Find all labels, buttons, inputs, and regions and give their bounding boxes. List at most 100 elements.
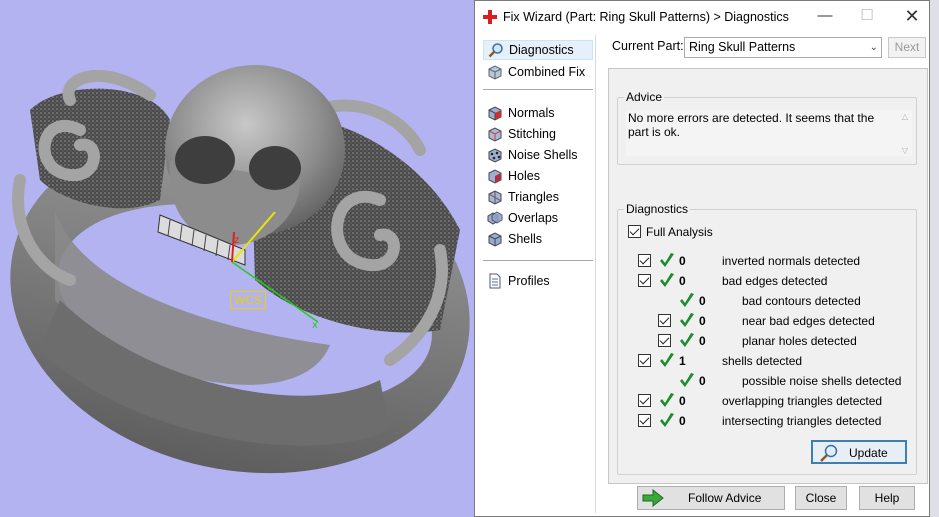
ring-model: x z <box>10 65 470 474</box>
advice-scrollbar[interactable]: △ ▽ <box>898 110 912 156</box>
fix-wizard-dialog: Fix Wizard (Part: Ring Skull Patterns) >… <box>474 0 930 517</box>
diagnostic-row: 0 intersecting triangles detected <box>618 413 916 429</box>
advice-group: Advice No more errors are detected. It s… <box>617 90 917 165</box>
diagnostic-count: 0 <box>699 294 706 308</box>
diagnostic-count: 0 <box>679 254 686 268</box>
green-check-icon <box>680 373 694 387</box>
nav-item-overlaps[interactable]: Overlaps <box>483 208 593 228</box>
nav-label: Shells <box>508 232 543 246</box>
nav-item-triangles[interactable]: Triangles <box>483 187 593 207</box>
wcs-label: WCS <box>230 291 266 309</box>
diagnostic-label: bad edges detected <box>722 274 828 288</box>
combined-fix-icon <box>487 64 503 80</box>
full-analysis-checkbox[interactable] <box>628 225 641 238</box>
diagnostics-pane: Current Part: Ring Skull Patterns ⌄ Next… <box>606 35 928 484</box>
nav-label: Diagnostics <box>509 43 574 57</box>
diagnostic-checkbox[interactable] <box>638 394 651 407</box>
nav-item-diagnostics[interactable]: Diagnostics <box>483 40 593 60</box>
diagnostic-row: 0 possible noise shells detected <box>618 373 916 389</box>
nav-item-normals[interactable]: Normals <box>483 103 593 123</box>
green-check-icon <box>660 353 674 367</box>
diagnostic-count: 1 <box>679 354 686 368</box>
diagnostic-row: 0 planar holes detected <box>618 333 916 349</box>
diagnostic-count: 0 <box>699 334 706 348</box>
nav-item-profiles[interactable]: Profiles <box>483 271 593 291</box>
nav-item-stitching[interactable]: Stitching <box>483 124 593 144</box>
green-check-icon <box>680 313 694 327</box>
diagnostic-checkbox[interactable] <box>658 334 671 347</box>
window-title: Fix Wizard (Part: Ring Skull Patterns) >… <box>503 10 789 24</box>
overlaps-icon <box>487 210 503 226</box>
diagnostics-panel: Advice No more errors are detected. It s… <box>608 68 928 484</box>
nav-label: Overlaps <box>508 211 559 225</box>
follow-advice-label: Follow Advice <box>688 491 762 505</box>
follow-advice-button[interactable]: Follow Advice <box>637 486 785 510</box>
advice-title: Advice <box>624 90 665 104</box>
chevron-down-icon: ⌄ <box>869 42 878 53</box>
nav-label: Holes <box>508 169 540 183</box>
nav-label: Combined Fix <box>508 65 586 79</box>
3d-viewport[interactable]: x z WCS <box>0 0 475 517</box>
advice-text-box: No more errors are detected. It seems th… <box>626 110 912 156</box>
nav-label: Triangles <box>508 190 559 204</box>
diagnostic-count: 0 <box>699 314 706 328</box>
diagnostic-checkbox[interactable] <box>638 254 651 267</box>
help-button[interactable]: Help <box>859 486 915 510</box>
diagnostic-row: 0 overlapping triangles detected <box>618 393 916 409</box>
holes-cube-icon <box>487 168 503 184</box>
nav-divider <box>483 89 593 90</box>
close-button[interactable]: Close <box>795 486 847 510</box>
green-check-icon <box>660 253 674 267</box>
diagnostic-row: 1 shells detected <box>618 353 916 369</box>
diagnostic-label: inverted normals detected <box>722 254 861 268</box>
scroll-up-icon[interactable]: △ <box>898 110 912 124</box>
close-window-button[interactable]: ✕ <box>901 7 923 27</box>
update-button[interactable]: Update <box>811 440 907 464</box>
wizard-nav: Diagnostics Combined Fix Normals Stitchi… <box>481 35 596 513</box>
diagnostic-checkbox[interactable] <box>638 414 651 427</box>
diagnostic-row: 0 inverted normals detected <box>618 253 916 269</box>
diagnostics-group: Diagnostics Full Analysis 0 inverted norm… <box>617 202 917 475</box>
nav-item-combined-fix[interactable]: Combined Fix <box>483 62 593 82</box>
diagnostic-row: 0 near bad edges detected <box>618 313 916 329</box>
nav-divider <box>483 260 593 261</box>
advice-text: No more errors are detected. It seems th… <box>628 111 875 139</box>
diagnostic-label: bad contours detected <box>742 294 861 308</box>
green-check-icon <box>660 413 674 427</box>
nav-label: Noise Shells <box>508 148 578 162</box>
title-bar[interactable]: Fix Wizard (Part: Ring Skull Patterns) >… <box>475 1 929 33</box>
diagnostic-label: shells detected <box>722 354 803 368</box>
current-part-select[interactable]: Ring Skull Patterns ⌄ <box>684 37 882 58</box>
diagnostic-label: near bad edges detected <box>742 314 875 328</box>
stitching-cube-icon <box>487 126 503 142</box>
nav-item-holes[interactable]: Holes <box>483 166 593 186</box>
diagnostic-checkbox[interactable] <box>658 314 671 327</box>
diagnostic-count: 0 <box>679 394 686 408</box>
next-button[interactable]: Next <box>888 37 926 58</box>
scroll-down-icon[interactable]: ▽ <box>898 144 912 158</box>
diagnostic-label: overlapping triangles detected <box>722 394 883 408</box>
diagnostic-label: possible noise shells detected <box>742 374 902 388</box>
magnifier-icon <box>488 42 504 58</box>
shells-icon <box>487 231 503 247</box>
normals-cube-icon <box>487 105 503 121</box>
current-part-label: Current Part: <box>612 39 684 53</box>
triangles-cube-icon <box>487 189 503 205</box>
green-check-icon <box>660 273 674 287</box>
green-check-icon <box>660 393 674 407</box>
noise-shells-icon <box>487 147 503 163</box>
diagnostic-label: intersecting triangles detected <box>722 414 882 428</box>
minimize-button[interactable]: — <box>814 7 836 27</box>
svg-text:x: x <box>312 320 318 331</box>
diagnostic-checkbox[interactable] <box>638 354 651 367</box>
maximize-button[interactable]: ☐ <box>856 7 878 27</box>
nav-item-shells[interactable]: Shells <box>483 229 593 249</box>
nav-item-noise-shells[interactable]: Noise Shells <box>483 145 593 165</box>
green-check-icon <box>680 293 694 307</box>
diagnostic-count: 0 <box>679 414 686 428</box>
diagnostic-count: 0 <box>679 274 686 288</box>
svg-text:z: z <box>234 235 239 246</box>
update-label: Update <box>849 446 888 460</box>
diagnostic-checkbox[interactable] <box>638 274 651 287</box>
diagnostic-count: 0 <box>699 374 706 388</box>
